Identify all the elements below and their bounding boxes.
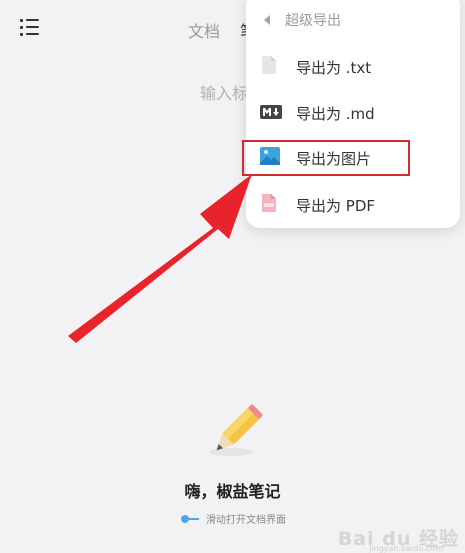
back-arrow-icon[interactable]	[264, 15, 270, 25]
export-pdf-label: 导出为 PDF	[296, 196, 375, 215]
export-txt-item[interactable]: 导出为 .txt	[246, 49, 460, 85]
title-input-placeholder[interactable]: 输入标	[200, 80, 248, 104]
menu-icon[interactable]	[20, 18, 40, 36]
export-image-item[interactable]: 导出为图片	[242, 140, 410, 176]
pdf-icon	[260, 193, 278, 217]
export-md-item[interactable]: 导出为 .md	[246, 95, 460, 131]
tab-documents[interactable]: 文档	[188, 18, 220, 42]
pencil-icon	[209, 404, 263, 456]
dropdown-header[interactable]: 超级导出	[264, 10, 341, 30]
greeting-text: 嗨，椒盐笔记	[184, 482, 281, 501]
markdown-icon	[260, 104, 282, 123]
export-pdf-item[interactable]: 导出为 PDF	[246, 187, 460, 223]
swipe-icon	[181, 514, 201, 523]
baidu-watermark-sub: jingyan.baidu.com	[369, 544, 443, 553]
image-icon	[260, 147, 280, 169]
dropdown-header-label: 超级导出	[285, 13, 341, 29]
export-dropdown: 超级导出 导出为 .txt 导出为 .md 导出为图片 导出为 PDF	[242, 0, 460, 228]
swipe-hint-label: 滑动打开文档界面	[206, 515, 286, 526]
txt-file-icon	[260, 55, 278, 79]
export-md-label: 导出为 .md	[296, 104, 375, 123]
export-txt-label: 导出为 .txt	[296, 58, 372, 77]
export-image-label: 导出为图片	[296, 149, 372, 168]
swipe-hint: 滑动打开文档界面	[181, 511, 286, 526]
